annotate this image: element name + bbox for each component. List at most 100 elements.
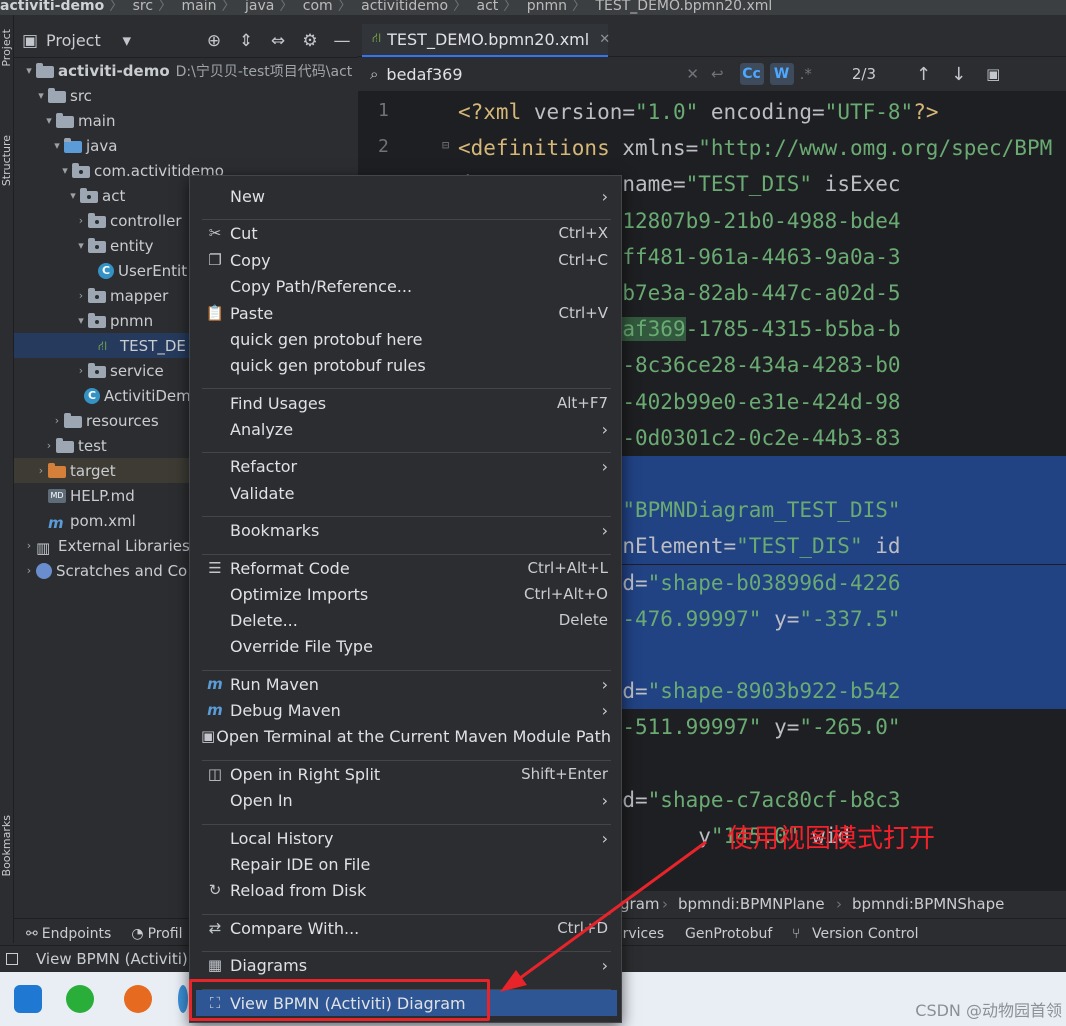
editor-tab-bar: ⛙ TEST_DEMO.bpmn20.xml ✕ [358, 24, 1066, 57]
chevron-down-icon[interactable]: ▾ [58, 164, 72, 177]
tab-structure-vertical[interactable]: Structure [0, 135, 14, 186]
filter-icon[interactable]: ▣ [986, 65, 1000, 83]
menu-item-reformat-code[interactable]: ☰ Reformat Code Ctrl+Alt+L [200, 555, 611, 581]
menu-item-delete[interactable]: Delete... Delete [200, 607, 611, 633]
menu-item-diagrams[interactable]: ▦ Diagrams › [200, 952, 611, 978]
chevron-right-icon[interactable]: › [22, 539, 36, 552]
menu-item-label: Cut [230, 223, 258, 243]
menu-item-bookmarks[interactable]: Bookmarks › [200, 517, 611, 543]
regex-toggle[interactable]: .* [800, 65, 812, 83]
menu-item-copy-path-reference[interactable]: Copy Path/Reference... [200, 273, 611, 299]
chevron-down-icon[interactable]: ▾ [34, 89, 48, 102]
chevron-down-icon[interactable]: ▾ [74, 239, 88, 252]
tool-endpoints[interactable]: Endpoints [42, 926, 112, 942]
menu-item-refactor[interactable]: Refactor › [200, 453, 611, 479]
menu-item-run-maven[interactable]: m Run Maven › [200, 671, 611, 697]
menu-item-cut[interactable]: ✂ Cut Ctrl+X [200, 220, 611, 246]
windows-start-icon[interactable] [14, 985, 42, 1013]
menu-item-find-usages[interactable]: Find Usages Alt+F7 [200, 390, 611, 416]
chevron-down-icon[interactable]: ▾ [50, 139, 64, 152]
breadcrumb-item[interactable]: act [477, 0, 499, 13]
arrow-up-icon[interactable]: ↑ [916, 64, 931, 85]
menu-item-repair-ide-on-file[interactable]: Repair IDE on File [200, 851, 611, 877]
breadcrumb-item[interactable]: main [182, 0, 217, 13]
chevron-right-icon[interactable]: › [74, 289, 88, 302]
tab-test-demo-bpmn[interactable]: ⛙ TEST_DEMO.bpmn20.xml ✕ [362, 24, 610, 57]
menu-item-open-in[interactable]: Open In › [200, 787, 611, 813]
breadcrumb-item[interactable]: activiti-demo [0, 0, 104, 13]
breadcrumb-item[interactable]: TEST_DEMO.bpmn20.xml [595, 0, 772, 13]
chevron-down-icon[interactable]: ▾ [74, 314, 88, 327]
code-token: "UTF-8" [824, 100, 914, 124]
menu-item-compare-with[interactable]: ⇄ Compare With... Ctrl+D [200, 915, 611, 941]
path-breadcrumb: activiti-demo 〉 src 〉 main 〉 java 〉 com 〉 act… [0, 0, 1066, 15]
minimize-icon[interactable]: — [326, 31, 358, 51]
chevron-right-icon[interactable]: › [42, 439, 56, 452]
expand-all-icon[interactable]: ⇕ [230, 31, 262, 51]
chevron-down-icon[interactable]: ▾ [111, 31, 143, 51]
breadcrumb-item[interactable]: activitidemo [361, 0, 448, 13]
search-input[interactable]: bedaf369 [386, 65, 686, 84]
clear-search-icon[interactable]: ✕ [686, 65, 699, 83]
gear-icon[interactable]: ⚙ [294, 31, 326, 51]
history-icon[interactable]: ↩ [711, 65, 724, 83]
menu-item-label: Analyze [230, 419, 294, 439]
tab-bookmarks-vertical[interactable]: Bookmarks [0, 815, 14, 876]
menu-item-quick-gen-protobuf-rules[interactable]: quick gen protobuf rules [200, 352, 611, 378]
chevron-right-icon[interactable]: › [74, 214, 88, 227]
chevron-down-icon[interactable]: ▾ [22, 64, 36, 77]
code-token: "BPMNDiagram_TEST_DIS" [622, 498, 901, 523]
menu-item-quick-gen-protobuf-here[interactable]: quick gen protobuf here [200, 326, 611, 352]
tool-genprotobuf[interactable]: GenProtobuf [685, 926, 772, 942]
tree-row-java[interactable]: ▾ java [14, 133, 358, 158]
menu-item-validate[interactable]: Validate [200, 480, 611, 506]
tree-row-main[interactable]: ▾ main [14, 108, 358, 133]
breadcrumb-item[interactable]: src [133, 0, 153, 13]
reformat-code-icon: ☰ [208, 559, 222, 577]
menu-item-label: Optimize Imports [230, 584, 369, 604]
xml-crumb[interactable]: gram [620, 891, 660, 918]
menu-item-open-in-right-split[interactable]: ◫ Open in Right Split Shift+Enter [200, 761, 611, 787]
chevron-right-icon[interactable]: › [74, 364, 88, 377]
xml-crumb[interactable]: bpmndi:BPMNPlane [678, 891, 825, 918]
fold-icon[interactable]: ⊟ [442, 138, 449, 152]
menu-item-local-history[interactable]: Local History › [200, 825, 611, 851]
tree-row-src[interactable]: ▾ src [14, 83, 358, 108]
collapse-all-icon[interactable]: ⇔ [262, 31, 294, 51]
menu-item-copy[interactable]: ❐ Copy Ctrl+C [200, 247, 611, 273]
tree-row-activiti-demo[interactable]: ▾ activiti-demo D:\宁贝贝-test项目代码\act [14, 58, 358, 83]
whole-words-toggle[interactable]: W [769, 63, 794, 85]
debug-maven-icon: m [207, 701, 223, 719]
breadcrumb-item[interactable]: com [303, 0, 333, 13]
tool-version-control[interactable]: Version Control [812, 926, 919, 942]
menu-item-override-file-type[interactable]: Override File Type [200, 633, 611, 659]
menu-item-reload-from-disk[interactable]: ↻ Reload from Disk [200, 877, 611, 903]
locate-icon[interactable]: ⊕ [198, 31, 230, 51]
highlight-box [189, 979, 490, 1021]
xml-crumb[interactable]: bpmndi:BPMNShape [852, 891, 1004, 918]
firefox-icon[interactable] [124, 985, 152, 1013]
chevron-down-icon[interactable]: ▾ [42, 114, 56, 127]
menu-item-analyze[interactable]: Analyze › [200, 416, 611, 442]
match-case-toggle[interactable]: Cc [739, 63, 764, 85]
chevron-right-icon[interactable]: › [50, 414, 64, 427]
close-icon[interactable]: ✕ [599, 32, 610, 47]
breadcrumb-item[interactable]: java [245, 0, 274, 13]
menu-item-open-terminal-at-the-current-maven-module-path[interactable]: ▣ Open Terminal at the Current Maven Modu… [200, 723, 611, 749]
chevron-down-icon[interactable]: ▾ [66, 189, 80, 202]
menu-item-optimize-imports[interactable]: Optimize Imports Ctrl+Alt+O [200, 581, 611, 607]
project-panel-title[interactable]: Project [46, 31, 101, 50]
wechat-icon[interactable] [66, 985, 94, 1013]
menu-separator [202, 388, 611, 389]
tool-profiler[interactable]: Profil [148, 926, 183, 942]
breadcrumb-item[interactable]: pnmn [527, 0, 567, 13]
chevron-right-icon[interactable]: › [22, 564, 36, 577]
browser-icon[interactable] [178, 985, 188, 1013]
menu-item-debug-maven[interactable]: m Debug Maven › [200, 697, 611, 723]
tree-label: act [102, 186, 126, 205]
chevron-right-icon[interactable]: › [34, 464, 48, 477]
arrow-down-icon[interactable]: ↓ [951, 64, 966, 85]
menu-item-new[interactable]: New › [200, 183, 611, 209]
tab-project-vertical[interactable]: Project [0, 29, 14, 67]
menu-item-paste[interactable]: 📋 Paste Ctrl+V [200, 300, 611, 326]
